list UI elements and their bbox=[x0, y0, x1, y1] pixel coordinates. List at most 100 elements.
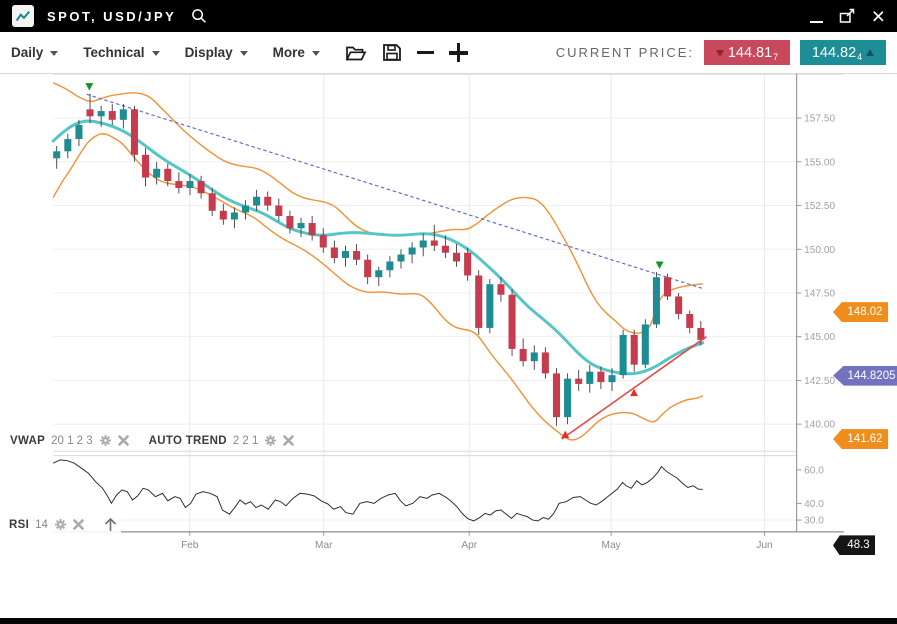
candle-body-down bbox=[509, 295, 516, 349]
chart-area: 157.50155.00152.50150.00147.50145.00142.… bbox=[0, 74, 897, 624]
candle-body-down bbox=[497, 284, 504, 294]
candle-body-down bbox=[320, 235, 327, 247]
candle-body-up bbox=[420, 240, 427, 247]
price-down-arrow-icon bbox=[716, 50, 724, 61]
rsi-params: 14 bbox=[35, 519, 48, 531]
chevron-down-icon bbox=[152, 51, 160, 60]
candle-body-up bbox=[298, 223, 305, 228]
candle-body-down bbox=[220, 211, 227, 220]
chevron-down-icon bbox=[312, 51, 320, 60]
bid-value: 144.81 bbox=[728, 45, 772, 61]
rsi-settings-gear-icon[interactable] bbox=[54, 518, 67, 531]
menu-more[interactable]: More bbox=[273, 45, 320, 60]
month-label: Feb bbox=[181, 540, 199, 551]
candle-body-down bbox=[442, 246, 449, 253]
rsi-remove-icon[interactable] bbox=[73, 519, 84, 530]
candle-body-down bbox=[164, 169, 171, 181]
titlebar: SPOT, USD/JPY × bbox=[0, 0, 897, 32]
rsi-indicator-label: RSI 14 bbox=[5, 516, 121, 533]
bid-price-badge[interactable]: 144.81 7 bbox=[704, 40, 790, 65]
window-bottom-edge bbox=[0, 618, 897, 624]
candle-body-down bbox=[87, 109, 94, 116]
chevron-down-icon bbox=[50, 51, 58, 60]
candle-body-down bbox=[209, 193, 216, 210]
chart-window: SPOT, USD/JPY × Daily Tech bbox=[0, 0, 897, 624]
candle-body-down bbox=[331, 247, 338, 257]
candle-body-down bbox=[109, 111, 116, 120]
candle-body-down bbox=[631, 335, 638, 365]
vwap-label: VWAP bbox=[10, 435, 45, 447]
candle-body-down bbox=[542, 352, 549, 373]
bollinger-upper-line bbox=[53, 83, 703, 333]
candle-body-up bbox=[153, 169, 160, 178]
vwap-params: 20 1 2 3 bbox=[51, 435, 93, 447]
bid-pip-digit: 7 bbox=[773, 52, 778, 65]
candle-body-up bbox=[564, 379, 571, 417]
candle-body-down bbox=[686, 314, 693, 328]
auto-trend-remove-icon[interactable] bbox=[283, 435, 294, 446]
overlay-indicator-labels: VWAP 20 1 2 3 AUTO TREND 2 2 1 bbox=[6, 433, 298, 448]
bearish-pivot-marker-icon bbox=[656, 261, 664, 268]
candle-body-up bbox=[642, 324, 649, 364]
vwap-line bbox=[53, 121, 703, 374]
candle-body-up bbox=[409, 247, 416, 254]
candle-body-up bbox=[242, 206, 249, 213]
toolbar: Daily Technical Display More bbox=[0, 32, 897, 74]
candle-body-up bbox=[531, 352, 538, 361]
price-tick-label: 157.50 bbox=[804, 114, 835, 125]
rsi-tick-label: 30.0 bbox=[804, 516, 824, 527]
minimize-button[interactable] bbox=[810, 21, 823, 23]
candle-body-down bbox=[364, 260, 371, 277]
rsi-collapse-arrow-icon[interactable] bbox=[104, 517, 117, 532]
candle-body-up bbox=[342, 251, 349, 258]
candle-body-down bbox=[131, 109, 138, 154]
candle-body-down bbox=[353, 251, 360, 260]
rsi-label: RSI bbox=[9, 519, 29, 531]
menu-technical[interactable]: Technical bbox=[83, 45, 159, 60]
price-tick-label: 152.50 bbox=[804, 201, 835, 212]
search-icon[interactable] bbox=[191, 8, 207, 24]
candle-body-down bbox=[575, 379, 582, 384]
price-tick-label: 142.50 bbox=[804, 376, 835, 387]
chevron-down-icon bbox=[240, 51, 248, 60]
candle-body-down bbox=[553, 373, 560, 417]
current-price-label: CURRENT PRICE: bbox=[556, 45, 694, 60]
close-button[interactable]: × bbox=[872, 6, 885, 26]
candle-body-down bbox=[675, 296, 682, 313]
menu-daily[interactable]: Daily bbox=[11, 45, 58, 60]
bollinger-lower-line bbox=[53, 134, 703, 440]
candle-body-up bbox=[53, 151, 60, 158]
price-chart[interactable]: 157.50155.00152.50150.00147.50145.00142.… bbox=[0, 74, 897, 624]
candle-body-up bbox=[231, 213, 238, 220]
candle-body-up bbox=[397, 254, 404, 261]
candle-body-up bbox=[75, 125, 82, 139]
auto-trend-label: AUTO TREND bbox=[149, 435, 227, 447]
save-icon[interactable] bbox=[382, 43, 402, 62]
candle-body-up bbox=[653, 277, 660, 324]
candle-body-down bbox=[175, 181, 182, 188]
price-tick-label: 155.00 bbox=[804, 157, 835, 168]
menu-display[interactable]: Display bbox=[185, 45, 248, 60]
auto-trend-settings-gear-icon[interactable] bbox=[264, 434, 277, 447]
month-label: May bbox=[602, 540, 622, 551]
popout-button[interactable] bbox=[839, 8, 856, 24]
ask-price-badge[interactable]: 144.82 4 bbox=[800, 40, 886, 65]
month-label: Apr bbox=[461, 540, 477, 551]
price-tick-label: 145.00 bbox=[804, 332, 835, 343]
candle-body-down bbox=[264, 197, 271, 206]
zoom-out-button[interactable] bbox=[417, 51, 434, 55]
ask-value: 144.82 bbox=[812, 45, 856, 61]
candle-body-up bbox=[486, 284, 493, 328]
zoom-in-button[interactable] bbox=[449, 43, 468, 62]
candle-body-up bbox=[64, 139, 71, 151]
candle-body-up bbox=[620, 335, 627, 375]
vwap-settings-gear-icon[interactable] bbox=[99, 434, 112, 447]
month-label: Mar bbox=[315, 540, 333, 551]
candle-body-up bbox=[386, 261, 393, 270]
price-up-arrow-icon bbox=[866, 45, 874, 56]
rsi-line bbox=[53, 460, 703, 521]
candle-body-down bbox=[464, 253, 471, 276]
bearish-pivot-marker-icon bbox=[85, 83, 93, 90]
open-folder-icon[interactable] bbox=[345, 44, 367, 62]
vwap-remove-icon[interactable] bbox=[118, 435, 129, 446]
